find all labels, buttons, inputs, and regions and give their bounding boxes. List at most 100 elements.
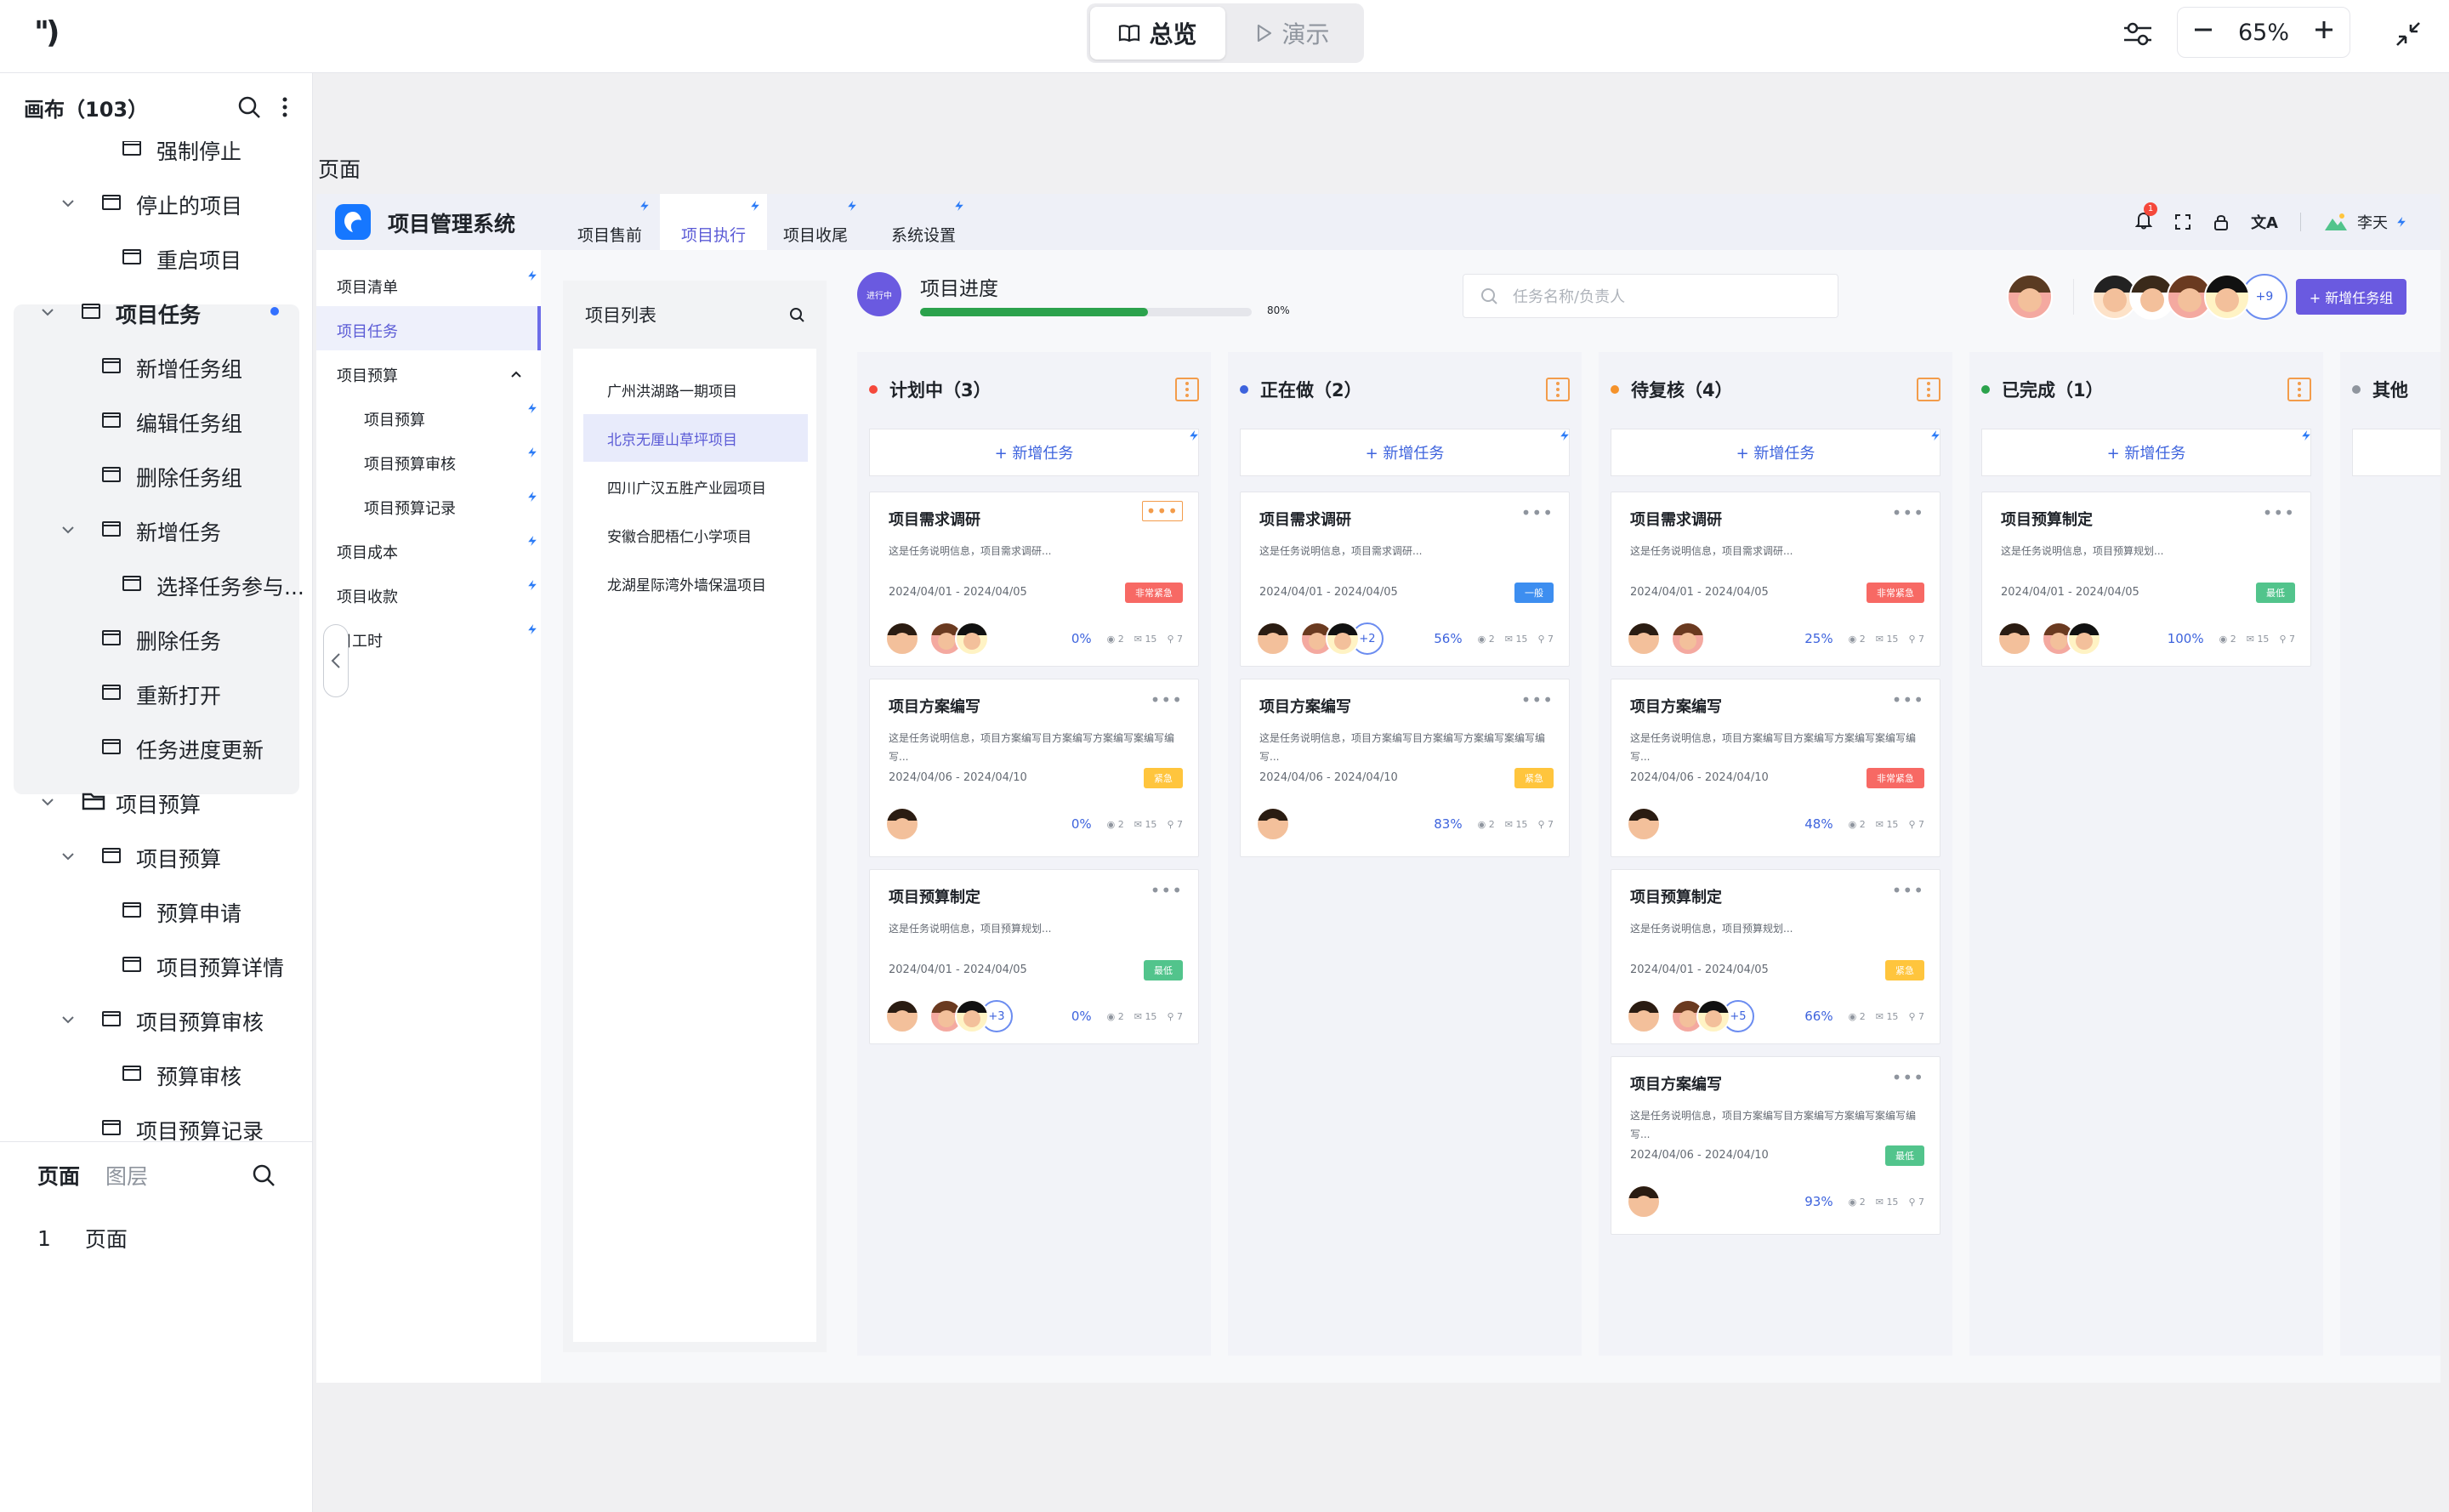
tree-item[interactable]: 任务进度更新 xyxy=(0,719,312,774)
avatar[interactable] xyxy=(1627,807,1661,841)
more-horizontal-icon[interactable]: ••• xyxy=(1892,880,1924,901)
avatar[interactable] xyxy=(1256,807,1290,841)
chevron-down-icon[interactable] xyxy=(58,521,78,537)
collapse-fullscreen-icon[interactable] xyxy=(2389,15,2427,53)
settings-sliders-icon[interactable] xyxy=(2119,15,2156,53)
chevron-down-icon[interactable] xyxy=(58,1011,78,1027)
more-vertical-icon[interactable] xyxy=(281,95,288,119)
more-horizontal-icon[interactable]: ••• xyxy=(1151,880,1183,901)
add-task-button[interactable]: + 新增任务 xyxy=(869,429,1199,476)
column-menu-icon[interactable] xyxy=(2287,378,2311,401)
task-card[interactable]: 项目方案编写 ••• 这是任务说明信息，项目方案编写目方案编写方案编写案编写编写..… xyxy=(869,679,1199,857)
avatar[interactable] xyxy=(1326,622,1360,656)
tree-item[interactable]: 项目任务 xyxy=(0,284,312,338)
zoom-out-icon[interactable] xyxy=(2193,20,2213,46)
avatar[interactable] xyxy=(2067,622,2101,656)
project-list-item[interactable]: 北京无厘山草坪项目 xyxy=(583,414,808,462)
more-horizontal-icon[interactable]: ••• xyxy=(1892,1067,1924,1088)
tab-1[interactable]: 项目执行 xyxy=(660,194,767,250)
task-card[interactable]: 项目预算制定 ••• 这是任务说明信息，项目预算规划... 2024/04/01 - … xyxy=(1611,869,1940,1044)
tree-item[interactable]: 选择任务参与... xyxy=(0,556,312,611)
add-task-button[interactable]: + 新增任务 xyxy=(1240,429,1570,476)
more-horizontal-icon[interactable]: ••• xyxy=(1141,501,1183,521)
tree-item[interactable]: 项目预算详情 xyxy=(0,937,312,992)
tree-item[interactable]: 强制停止 xyxy=(0,141,312,175)
task-card[interactable]: 项目预算制定 ••• 这是任务说明信息，项目预算规划... 2024/04/01 - … xyxy=(1981,492,2311,667)
more-horizontal-icon[interactable]: ••• xyxy=(1892,503,1924,523)
avatar[interactable] xyxy=(1627,1185,1661,1219)
add-task-group-button[interactable]: + 新增任务组 xyxy=(2296,279,2406,315)
submenu-item[interactable]: 项目成本 xyxy=(337,541,398,563)
lock-icon[interactable] xyxy=(2213,213,2229,230)
task-card[interactable]: 项目方案编写 ••• 这是任务说明信息，项目方案编写目方案编写方案编写案编写编写..… xyxy=(1240,679,1570,857)
add-task-button[interactable]: + 新增任务 xyxy=(1981,429,2311,476)
overview-mode-button[interactable]: 总览 xyxy=(1090,7,1225,60)
zoom-level[interactable]: 65% xyxy=(2238,20,2289,46)
project-list-item[interactable]: 四川广汉五胜产业园项目 xyxy=(583,463,808,510)
add-task-button[interactable]: + 新增任务 xyxy=(1611,429,1940,476)
avatar[interactable] xyxy=(1997,622,2031,656)
task-card[interactable]: 项目预算制定 ••• 这是任务说明信息，项目预算规划... 2024/04/01 - … xyxy=(869,869,1199,1044)
tree-item[interactable]: 项目预算 xyxy=(0,774,312,828)
tree-item[interactable]: 项目预算 xyxy=(0,828,312,883)
search-icon[interactable] xyxy=(789,307,804,322)
tab-layers[interactable]: 图层 xyxy=(105,1160,148,1191)
task-card[interactable]: 项目方案编写 ••• 这是任务说明信息，项目方案编写目方案编写方案编写案编写编写..… xyxy=(1611,679,1940,857)
tree-item[interactable]: 预算申请 xyxy=(0,883,312,937)
project-list-item[interactable]: 龙湖星际湾外墙保温项目 xyxy=(583,560,808,607)
user-menu[interactable]: 李天 xyxy=(2323,211,2406,233)
tree-item[interactable]: 重启项目 xyxy=(0,230,312,284)
task-card[interactable]: 项目方案编写 ••• 这是任务说明信息，项目方案编写目方案编写方案编写案编写编写..… xyxy=(1611,1056,1940,1235)
frame-label[interactable]: 页面 xyxy=(318,153,361,184)
avatar[interactable] xyxy=(1671,622,1705,656)
chevron-down-icon[interactable] xyxy=(37,793,58,810)
submenu-item[interactable]: 项目预算审核 xyxy=(364,452,456,475)
present-mode-button[interactable]: 演示 xyxy=(1225,7,1361,60)
tree-item[interactable]: 项目预算记录 xyxy=(0,1100,312,1141)
tree-item[interactable]: 项目预算审核 xyxy=(0,992,312,1046)
avatar[interactable] xyxy=(1627,622,1661,656)
chevron-up-icon[interactable] xyxy=(510,366,522,382)
avatar[interactable] xyxy=(1256,622,1290,656)
page-list-item[interactable]: 1 页面 xyxy=(0,1208,312,1268)
chevron-down-icon[interactable] xyxy=(58,195,78,211)
member-avatars[interactable]: +9 xyxy=(2092,274,2287,320)
tree-item[interactable]: 新增任务 xyxy=(0,502,312,556)
submenu-item[interactable]: 项目预算 xyxy=(364,408,425,430)
more-horizontal-icon[interactable]: ••• xyxy=(1151,690,1183,710)
submenu-item[interactable]: 项目清单 xyxy=(337,276,398,298)
tree-item[interactable]: 新增任务组 xyxy=(0,338,312,393)
tab-pages[interactable]: 页面 xyxy=(37,1160,80,1191)
submenu-item[interactable]: 项目任务 xyxy=(337,320,398,342)
translate-icon[interactable]: 文A xyxy=(2251,211,2278,233)
task-card[interactable]: 项目需求调研 ••• 这是任务说明信息，项目需求调研... 2024/04/01 - … xyxy=(869,492,1199,667)
chevron-down-icon[interactable] xyxy=(37,304,58,320)
tree-item[interactable]: 停止的项目 xyxy=(0,175,312,230)
bell-icon[interactable]: 1 xyxy=(2134,202,2158,234)
avatar[interactable] xyxy=(955,622,989,656)
task-search-input[interactable]: 任务名称/负责人 xyxy=(1463,274,1838,318)
tree-item[interactable]: 编辑任务组 xyxy=(0,393,312,447)
column-menu-icon[interactable] xyxy=(1175,378,1199,401)
tree-item[interactable]: 删除任务 xyxy=(0,611,312,665)
owner-avatar[interactable] xyxy=(2007,274,2053,320)
avatar[interactable] xyxy=(885,622,919,656)
task-card[interactable]: 项目需求调研 ••• 这是任务说明信息，项目需求调研... 2024/04/01 - … xyxy=(1240,492,1570,667)
add-task-button[interactable] xyxy=(2352,429,2440,476)
avatar[interactable] xyxy=(1696,999,1730,1033)
chevron-down-icon[interactable] xyxy=(58,848,78,864)
avatar[interactable] xyxy=(885,999,919,1033)
tab-0[interactable]: 项目售前 xyxy=(563,194,656,250)
tree-item[interactable]: 删除任务组 xyxy=(0,447,312,502)
app-logo[interactable]: '') xyxy=(34,15,60,50)
column-menu-icon[interactable] xyxy=(1917,378,1940,401)
tab-2[interactable]: 项目收尾 xyxy=(767,194,864,250)
fullscreen-icon[interactable] xyxy=(2174,213,2191,230)
submenu-item[interactable]: 项目收款 xyxy=(337,585,398,607)
submenu-item[interactable]: 项目预算记录 xyxy=(364,497,456,519)
task-card[interactable]: 项目需求调研 ••• 这是任务说明信息，项目需求调研... 2024/04/01 - … xyxy=(1611,492,1940,667)
search-pages-icon[interactable] xyxy=(252,1163,276,1187)
zoom-in-icon[interactable] xyxy=(2314,20,2334,46)
submenu-item[interactable]: 项目预算 xyxy=(337,364,398,386)
project-list-item[interactable]: 广州洪湖路一期项目 xyxy=(583,366,808,413)
